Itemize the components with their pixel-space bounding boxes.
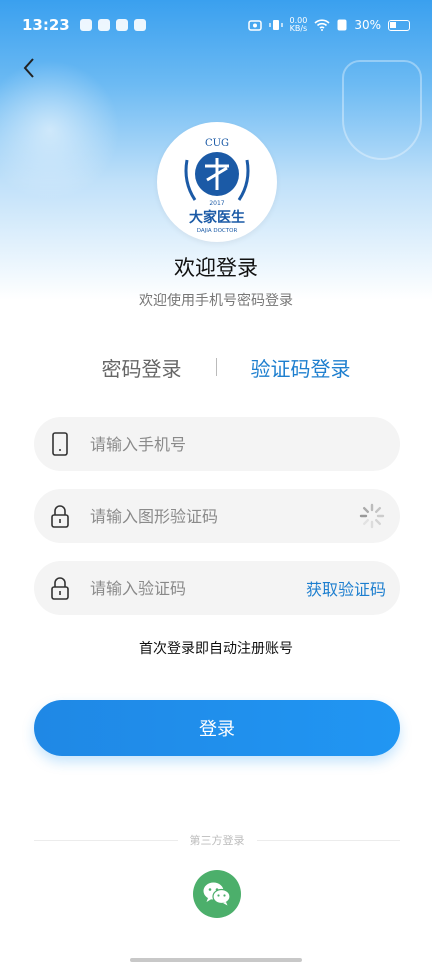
notification-icon <box>133 19 146 31</box>
vibrate-icon <box>268 20 283 30</box>
page-subtitle: 欢迎使用手机号密码登录 <box>139 293 293 309</box>
app-logo: CUG 2017 大家医生 DAJIA DOCTOR <box>157 122 277 242</box>
sim-icon <box>337 19 347 31</box>
tab-password-login[interactable]: 密码登录 <box>32 353 182 382</box>
logo-top-text: CUG <box>205 138 229 149</box>
tab-code-login[interactable]: 验证码登录 <box>251 353 401 382</box>
sms-code-input[interactable] <box>90 578 306 598</box>
auto-register-note: 首次登录即自动注册账号 <box>139 641 293 657</box>
notification-icons <box>79 19 146 31</box>
divider-line <box>34 839 178 841</box>
notification-icon <box>97 19 110 31</box>
third-party-divider: 第三方登录 <box>34 832 400 848</box>
decorative-shield-shape <box>342 60 422 160</box>
notification-icon <box>115 19 128 31</box>
net-speed-unit: KB/s <box>289 24 308 33</box>
divider-line <box>256 839 400 841</box>
decorative-glow <box>0 60 120 200</box>
tab-divider <box>215 358 217 376</box>
phone-icon <box>48 432 72 456</box>
loading-spinner-icon[interactable] <box>358 502 386 530</box>
wechat-icon <box>203 882 231 906</box>
net-speed: 0.00 KB/s <box>290 17 308 33</box>
notification-icon <box>79 19 92 31</box>
captcha-field[interactable] <box>34 489 400 543</box>
page-title: 欢迎登录 <box>174 256 258 280</box>
logo-year: 2017 <box>209 200 224 207</box>
logo-emblem-icon: CUG 2017 大家医生 DAJIA DOCTOR <box>184 138 250 234</box>
login-tabs: 密码登录 验证码登录 <box>0 350 432 384</box>
phone-input[interactable] <box>90 434 386 454</box>
status-right: 0.00 KB/s 30% <box>247 17 410 33</box>
camera-icon <box>247 20 262 31</box>
sms-code-field[interactable]: 获取验证码 <box>34 561 400 615</box>
battery-percent: 30% <box>354 18 381 32</box>
third-party-label: 第三方登录 <box>189 834 245 847</box>
logo-name: 大家医生 <box>189 209 245 226</box>
lock-icon <box>48 504 72 528</box>
phone-field[interactable] <box>34 417 400 471</box>
captcha-input[interactable] <box>90 506 358 526</box>
back-arrow-icon[interactable] <box>18 56 42 80</box>
logo-english-name: DAJIA DOCTOR <box>197 228 238 234</box>
login-button[interactable]: 登录 <box>34 700 400 756</box>
home-indicator[interactable] <box>130 958 302 962</box>
get-code-button[interactable]: 获取验证码 <box>306 576 386 600</box>
wifi-icon <box>314 19 330 31</box>
battery-icon <box>388 19 410 31</box>
status-bar: 13:23 0.00 KB/s 30% <box>0 0 432 50</box>
status-time: 13:23 <box>22 16 70 34</box>
wechat-login-button[interactable] <box>193 870 241 918</box>
lock-icon <box>48 576 72 600</box>
